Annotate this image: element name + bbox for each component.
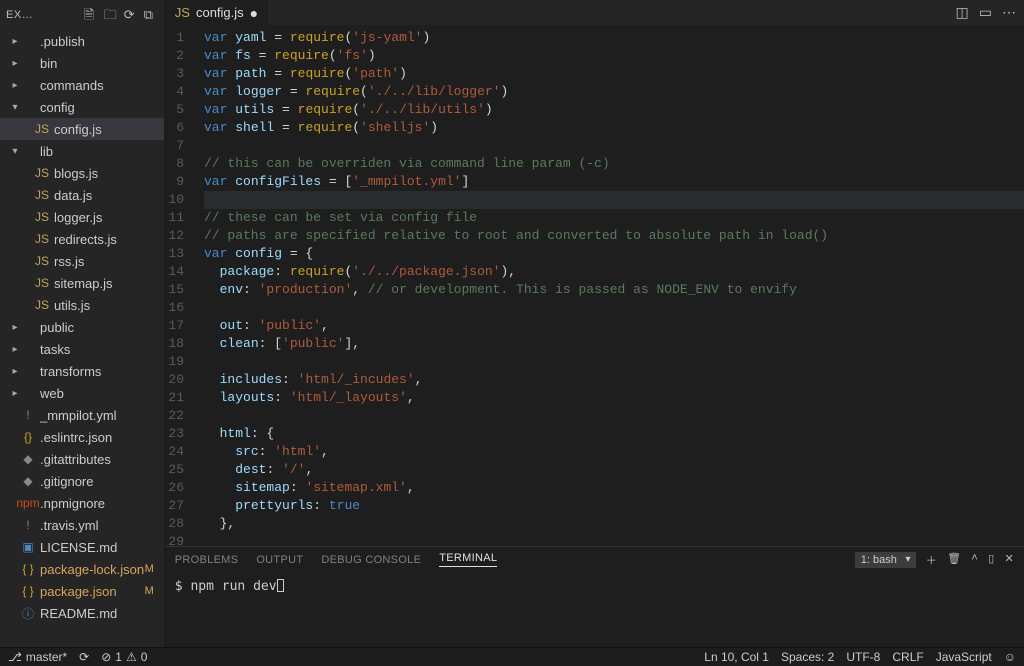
tree-item[interactable]: JSredirects.js [0,228,164,250]
status-lncol[interactable]: Ln 10, Col 1 [704,650,769,664]
more-icon[interactable]: ⋯ [1002,4,1016,21]
panel-right: 1: bash ＋ 🗑 ˄ ▯ ✕ [855,552,1014,568]
close-panel-icon[interactable]: ✕ [1004,552,1014,568]
refresh-icon[interactable]: ⟳ [124,8,138,22]
tree-item[interactable]: ▾config [0,96,164,118]
main-row: EX… 🗎 🗀 ⟳ ⧉ ▸.publish▸bin▸commands▾confi… [0,0,1024,647]
terminal-cursor [277,579,284,592]
maximize-panel-icon[interactable]: ˄ [971,552,978,568]
tree-item[interactable]: ▾lib [0,140,164,162]
tree-item[interactable]: ▸tasks [0,338,164,360]
tree-item[interactable]: ▣LICENSE.md [0,536,164,558]
status-spaces[interactable]: Spaces: 2 [781,650,834,664]
tree-item[interactable]: JSutils.js [0,294,164,316]
app-root: EX… 🗎 🗀 ⟳ ⧉ ▸.publish▸bin▸commands▾confi… [0,0,1024,666]
sync-icon: ⟳ [79,650,89,664]
tabs-spacer [268,0,955,25]
status-feedback-icon[interactable]: ☺ [1004,650,1016,664]
panel-tab-output[interactable]: OUTPUT [256,554,303,566]
tab-label: config.js [196,5,244,20]
panel: PROBLEMS OUTPUT DEBUG CONSOLE TERMINAL 1… [165,546,1024,648]
status-encoding[interactable]: UTF-8 [846,650,880,664]
status-branch[interactable]: ⎇ master* [8,650,67,664]
tree-item[interactable]: {}.eslintrc.json [0,426,164,448]
tree-item[interactable]: ◆.gitattributes [0,448,164,470]
warning-count: 0 [141,650,148,664]
panel-tab-problems[interactable]: PROBLEMS [175,554,239,566]
panel-tab-debug[interactable]: DEBUG CONSOLE [321,554,421,566]
status-bar: ⎇ master* ⟳ ⊘ 1 ⚠ 0 Ln 10, Col 1 Spaces:… [0,647,1024,666]
tree-item[interactable]: JSsitemap.js [0,272,164,294]
sidebar-title: EX… [6,9,33,21]
tree-item[interactable]: { }package-lock.jsonM [0,558,164,580]
status-lang[interactable]: JavaScript [936,650,992,664]
status-eol[interactable]: CRLF [892,650,923,664]
tree-item[interactable]: !.travis.yml [0,514,164,536]
tree-item[interactable]: ⓘREADME.md [0,602,164,624]
error-count: 1 [115,650,122,664]
status-sync[interactable]: ⟳ [79,650,89,664]
editor-area: JS config.js ● ◫ ▭ ⋯ 1234567891011121314… [165,0,1024,647]
new-file-icon[interactable]: 🗎 [84,8,98,22]
sidebar-header: EX… 🗎 🗀 ⟳ ⧉ [0,0,164,30]
status-right: Ln 10, Col 1 Spaces: 2 UTF-8 CRLF JavaSc… [704,650,1016,664]
tree-item[interactable]: ▸bin [0,52,164,74]
tree-item[interactable]: JSlogger.js [0,206,164,228]
tabs-row: JS config.js ● ◫ ▭ ⋯ [165,0,1024,25]
tree-item[interactable]: JSdata.js [0,184,164,206]
tree-item[interactable]: ▸public [0,316,164,338]
tree-item[interactable]: ▸commands [0,74,164,96]
code[interactable]: var yaml = require('js-yaml')var fs = re… [198,25,1024,545]
tree-item[interactable]: ▸transforms [0,360,164,382]
sidebar-actions: 🗎 🗀 ⟳ ⧉ [84,8,158,22]
tab-js-icon: JS [175,5,190,20]
tab-dirty-icon: ● [250,5,258,21]
tree-item[interactable]: ◆.gitignore [0,470,164,492]
terminal-command: npm run dev [190,579,276,594]
status-problems[interactable]: ⊘ 1 ⚠ 0 [101,650,147,664]
branch-name: master* [26,650,67,664]
terminal-select-wrap[interactable]: 1: bash [855,552,916,568]
kill-terminal-icon[interactable]: 🗑 [947,552,961,568]
editor-actions: ◫ ▭ ⋯ [956,0,1024,25]
terminal-select[interactable]: 1: bash [855,552,916,568]
sidebar: EX… 🗎 🗀 ⟳ ⧉ ▸.publish▸bin▸commands▾confi… [0,0,165,647]
collapse-icon[interactable]: ⧉ [144,8,158,22]
status-left: ⎇ master* ⟳ ⊘ 1 ⚠ 0 [8,650,147,664]
code-area[interactable]: 1234567891011121314151617181920212223242… [165,25,1024,545]
gutter: 1234567891011121314151617181920212223242… [165,25,198,545]
split-terminal-icon[interactable]: ▯ [988,552,994,568]
new-terminal-icon[interactable]: ＋ [926,552,937,568]
tree-item[interactable]: ▸.publish [0,30,164,52]
layout-icon[interactable]: ▭ [979,4,992,21]
tree-item[interactable]: JSrss.js [0,250,164,272]
tree-item[interactable]: JSconfig.js [0,118,164,140]
warning-icon: ⚠ [126,650,137,664]
branch-icon: ⎇ [8,650,22,664]
terminal[interactable]: $ npm run dev [165,573,1024,648]
tree-item[interactable]: { }package.jsonM [0,580,164,602]
tab-config-js[interactable]: JS config.js ● [165,0,268,25]
panel-tabs: PROBLEMS OUTPUT DEBUG CONSOLE TERMINAL 1… [165,547,1024,573]
panel-tab-terminal[interactable]: TERMINAL [439,552,497,567]
file-tree[interactable]: ▸.publish▸bin▸commands▾configJSconfig.js… [0,30,164,647]
tree-item[interactable]: !_mmpilot.yml [0,404,164,426]
tree-item[interactable]: JSblogs.js [0,162,164,184]
panel-icons: ＋ 🗑 ˄ ▯ ✕ [926,552,1014,568]
tree-item[interactable]: ▸web [0,382,164,404]
new-folder-icon[interactable]: 🗀 [104,8,118,22]
split-editor-icon[interactable]: ◫ [956,4,969,21]
error-icon: ⊘ [101,650,111,664]
tree-item[interactable]: npm.npmignore [0,492,164,514]
terminal-prompt: $ [175,579,191,594]
